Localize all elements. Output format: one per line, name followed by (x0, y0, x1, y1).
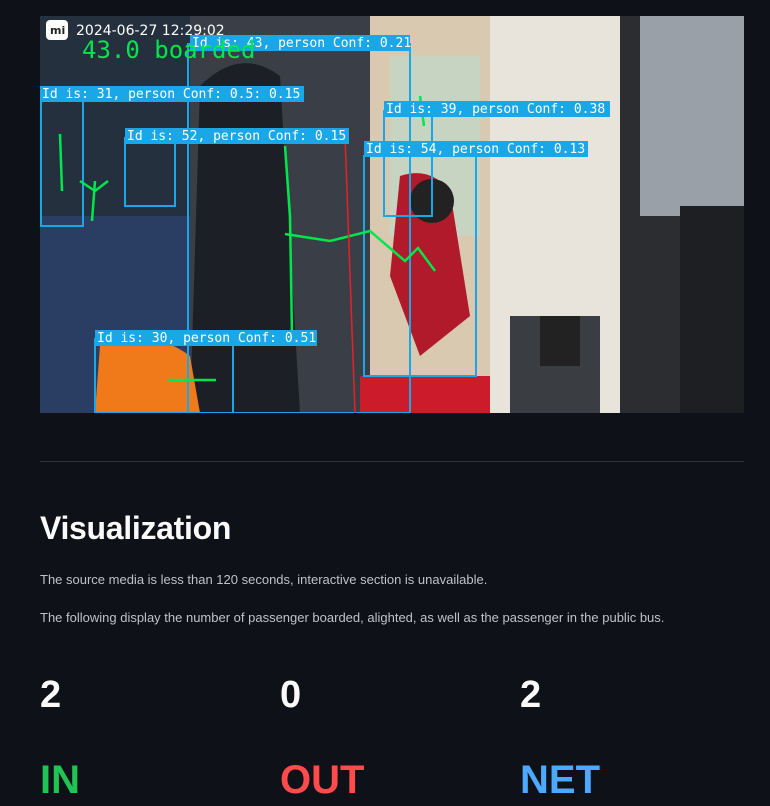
in-label: IN (40, 758, 80, 802)
section-heading: Visualization (40, 510, 232, 546)
out-count: 0 (280, 674, 302, 716)
section-divider (40, 461, 744, 462)
bus-camera-image: Id is: 43, person Conf: 0.21 Id is: 31, … (40, 16, 744, 413)
bbox-label: Id is: 30, person Conf: 0.51 (97, 331, 316, 346)
svg-text:mi: mi (50, 24, 65, 37)
bbox-label: Id is: 31, person Conf: 0.5: 0.15 (42, 87, 300, 102)
unavailable-note: The source media is less than 120 second… (40, 572, 488, 587)
net-label: NET (520, 758, 600, 802)
bbox-label: Id is: 54, person Conf: 0.13 (366, 142, 585, 157)
out-label: OUT (280, 758, 365, 802)
bbox-label: Id is: 39, person Conf: 0.38 (386, 102, 605, 117)
section-description: The following display the number of pass… (40, 610, 665, 625)
timestamp-text: 2024-06-27 12:29:02 (76, 23, 225, 39)
boarded-counter-overlay: 43.0 boarded (82, 36, 255, 64)
net-count: 2 (520, 674, 542, 716)
detection-video-frame: Id is: 43, person Conf: 0.21 Id is: 31, … (40, 16, 744, 413)
in-count: 2 (40, 674, 62, 716)
bbox-label: Id is: 52, person Conf: 0.15 (127, 129, 346, 144)
